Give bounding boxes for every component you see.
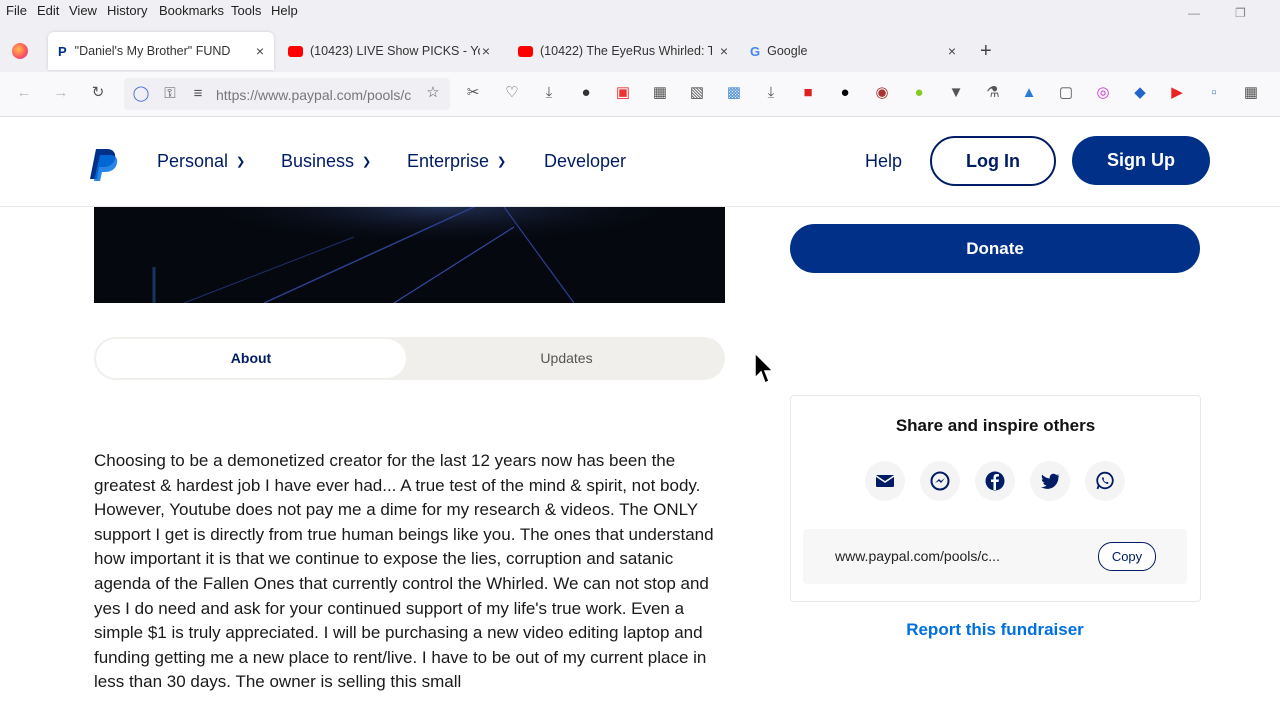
tab-title: (10423) LIVE Show PICKS - YouT xyxy=(310,44,480,58)
nav-personal[interactable]: Personal ❯ xyxy=(157,151,245,172)
extension-figure-icon[interactable]: ⚗ xyxy=(984,84,1002,102)
pocket-icon[interactable]: ♡ xyxy=(503,84,521,102)
menu-edit[interactable]: Edit xyxy=(37,3,59,18)
shield-icon[interactable]: ◯ xyxy=(132,85,150,103)
tab-updates[interactable]: Updates xyxy=(410,339,723,378)
chevron-down-icon: ❯ xyxy=(497,156,507,168)
extension-download-icon[interactable]: ⤓ xyxy=(762,84,780,102)
tab-title: Google xyxy=(767,44,808,58)
mouse-cursor-icon xyxy=(754,352,775,385)
download-icon[interactable]: ⤓ xyxy=(540,84,558,102)
close-tab-icon[interactable]: × xyxy=(948,43,956,59)
paypal-favicon-icon: P xyxy=(58,43,67,59)
menu-history[interactable]: History xyxy=(107,3,147,18)
email-icon[interactable] xyxy=(865,461,905,501)
extension-image-icon[interactable]: ▩ xyxy=(725,84,743,102)
fundraiser-cover-image xyxy=(94,207,725,303)
youtube-favicon-icon xyxy=(518,45,533,57)
cover-lines xyxy=(94,207,725,303)
extension-cap-icon[interactable]: ◆ xyxy=(1131,84,1149,102)
extension-grid-icon[interactable]: ▦ xyxy=(651,84,669,102)
firefox-icon xyxy=(12,43,28,59)
extension-arrow-icon[interactable]: ▼ xyxy=(947,84,965,102)
permissions-icon[interactable]: ≡ xyxy=(189,85,207,103)
donate-button[interactable]: Donate xyxy=(790,224,1200,273)
extension-dot-icon[interactable]: ● xyxy=(836,84,854,102)
chevron-down-icon: ❯ xyxy=(362,156,372,168)
share-card: Share and inspire others www.paypal.com/… xyxy=(790,395,1201,602)
extension-photo-icon[interactable]: ▧ xyxy=(688,84,706,102)
signup-button[interactable]: Sign Up xyxy=(1072,136,1210,185)
extension-l-icon[interactable]: ● xyxy=(577,84,595,102)
tab-about[interactable]: About xyxy=(96,339,406,378)
extension-balls-icon[interactable]: ◉ xyxy=(873,84,891,102)
nav-business[interactable]: Business ❯ xyxy=(281,151,371,172)
help-link[interactable]: Help xyxy=(865,151,902,172)
extension-pen-icon[interactable]: ■ xyxy=(799,84,817,102)
content-tabs: About Updates xyxy=(94,337,725,380)
lock-icon[interactable]: ⚿ xyxy=(161,85,179,103)
login-button[interactable]: Log In xyxy=(930,136,1056,186)
extension-camera-icon[interactable]: ▣ xyxy=(614,84,632,102)
close-tab-icon[interactable]: × xyxy=(482,43,490,59)
report-fundraiser-link[interactable]: Report this fundraiser xyxy=(790,620,1200,640)
nav-developer[interactable]: Developer xyxy=(544,151,626,172)
tab-bar: P "Daniel's My Brother" FUND × (10423) L… xyxy=(0,22,1280,72)
tab-youtube-1[interactable]: (10423) LIVE Show PICKS - YouT × xyxy=(278,32,500,70)
copy-button[interactable]: Copy xyxy=(1098,542,1156,571)
screenshot-icon[interactable]: ✂ xyxy=(464,84,482,102)
chevron-down-icon: ❯ xyxy=(236,156,246,168)
reload-icon[interactable]: ↻ xyxy=(89,84,107,102)
extension-ring-icon[interactable]: ◎ xyxy=(1094,84,1112,102)
share-link-row: www.paypal.com/pools/c... Copy xyxy=(803,529,1187,584)
nav-label: Business xyxy=(281,151,355,171)
url-bar[interactable]: ◯ ⚿ ≡ https://www.paypal.com/pools/c xyxy=(124,78,450,110)
whatsapp-icon[interactable] xyxy=(1085,461,1125,501)
nav-label: Enterprise xyxy=(407,151,490,171)
share-link-text: www.paypal.com/pools/c... xyxy=(835,548,1000,564)
extension-c-icon[interactable]: ▢ xyxy=(1057,84,1075,102)
bookmark-star-icon[interactable]: ☆ xyxy=(424,84,442,102)
share-title: Share and inspire others xyxy=(895,416,1096,435)
extension-play-icon[interactable]: ▶ xyxy=(1168,84,1186,102)
menu-file[interactable]: File xyxy=(6,3,27,18)
new-tab-icon[interactable]: + xyxy=(980,40,992,63)
menu-tools[interactable]: Tools xyxy=(231,3,261,18)
facebook-icon[interactable] xyxy=(975,461,1015,501)
google-favicon-icon: G xyxy=(750,43,761,59)
messenger-icon[interactable] xyxy=(920,461,960,501)
menu-bar: File Edit View History Bookmarks Tools H… xyxy=(0,0,1280,22)
tab-title: (10422) The EyeRus Whirled: Th xyxy=(540,44,712,58)
site-header: Personal ❯ Business ❯ Enterprise ❯ Develope… xyxy=(0,117,1280,207)
twitter-icon[interactable] xyxy=(1030,461,1070,501)
minimize-icon[interactable]: — xyxy=(1188,6,1200,20)
youtube-favicon-icon xyxy=(288,45,303,57)
tab-paypal[interactable]: P "Daniel's My Brother" FUND × xyxy=(48,32,274,70)
menu-view[interactable]: View xyxy=(69,3,97,18)
nav-label: Personal xyxy=(157,151,229,171)
menu-bookmarks[interactable]: Bookmarks xyxy=(159,3,224,18)
menu-help[interactable]: Help xyxy=(271,3,298,18)
close-tab-icon[interactable]: × xyxy=(256,43,264,59)
paypal-logo-icon[interactable] xyxy=(88,147,118,181)
about-description: Choosing to be a demonetized creator for… xyxy=(94,451,714,692)
forward-icon[interactable]: → xyxy=(52,84,70,102)
close-tab-icon[interactable]: × xyxy=(720,43,728,59)
tab-google[interactable]: G Google × xyxy=(740,32,966,70)
nav-toolbar: ← → ↻ ◯ ⚿ ≡ https://www.paypal.com/pools… xyxy=(0,72,1280,117)
nav-enterprise[interactable]: Enterprise ❯ xyxy=(407,151,506,172)
extension-translate-icon[interactable]: ▫ xyxy=(1205,84,1223,102)
url-text: https://www.paypal.com/pools/c xyxy=(216,87,412,103)
restore-icon[interactable]: ❐ xyxy=(1235,6,1246,20)
extension-landscape-icon[interactable]: ▲ xyxy=(1020,84,1038,102)
back-icon[interactable]: ← xyxy=(15,84,33,102)
tab-youtube-2[interactable]: (10422) The EyeRus Whirled: Th × xyxy=(508,32,738,70)
extensions-puzzle-icon[interactable]: ▦ xyxy=(1242,84,1260,102)
tab-title: "Daniel's My Brother" FUND xyxy=(74,44,231,58)
extension-green-icon[interactable]: ● xyxy=(910,84,928,102)
